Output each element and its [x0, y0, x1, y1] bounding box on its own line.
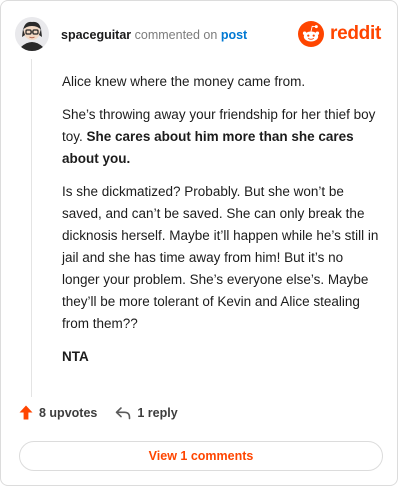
comment-actions: 8 upvotes 1 reply: [19, 405, 178, 420]
comment-card: spaceguitar commented on post reddit Ali…: [0, 0, 398, 486]
reply-arrow-icon: [116, 406, 131, 419]
upvote-button[interactable]: 8 upvotes: [19, 405, 97, 420]
thread-line[interactable]: [31, 59, 32, 397]
reddit-snoo-icon: [298, 21, 325, 47]
comment-paragraph: She’s throwing away your friendship for …: [62, 104, 380, 170]
brand-wordmark: reddit: [330, 23, 381, 44]
avatar[interactable]: [15, 17, 49, 51]
username-link[interactable]: spaceguitar: [61, 28, 131, 42]
action-text: commented on: [134, 28, 218, 42]
comment-paragraph: NTA: [62, 346, 380, 368]
upvote-count: 8 upvotes: [39, 405, 98, 420]
verdict-text: NTA: [62, 349, 89, 364]
comment-paragraph: Is she dickmatized? Probably. But she wo…: [62, 184, 379, 331]
view-comments-button[interactable]: View 1 comments: [19, 441, 383, 471]
reply-button[interactable]: 1 reply: [115, 405, 178, 420]
reply-count: 1 reply: [137, 405, 178, 420]
avatar-icon: [15, 17, 49, 51]
comment-bold-text: She cares about him more than she cares …: [62, 129, 354, 166]
view-comments-label: View 1 comments: [148, 449, 254, 463]
comment-paragraph: Alice knew where the money came from.: [62, 74, 306, 89]
post-link[interactable]: post: [221, 28, 247, 42]
comment-header: spaceguitar commented on post: [61, 28, 247, 42]
comment-body: Alice knew where the money came from. Sh…: [62, 71, 380, 379]
reddit-brand[interactable]: reddit: [298, 21, 381, 47]
upvote-arrow-icon: [19, 405, 33, 420]
